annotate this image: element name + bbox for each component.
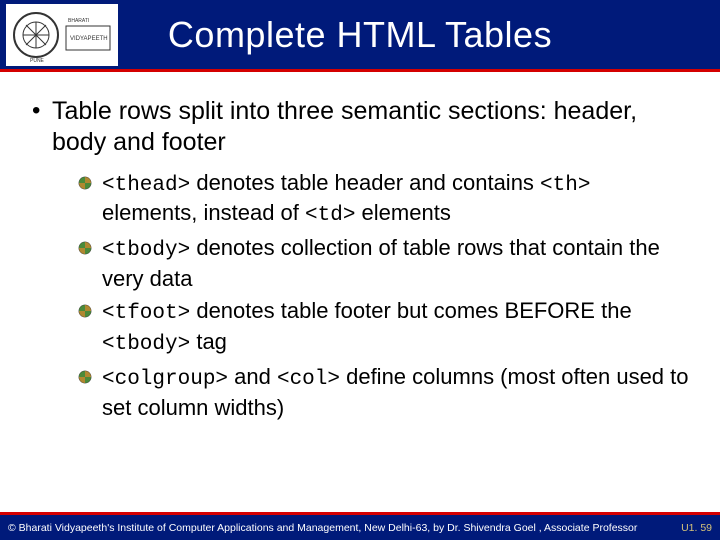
code-tag: <thead> [102,174,190,197]
code-tag: <colgroup> [102,368,228,391]
code-tag: <tbody> [102,333,190,356]
quadrant-bullet-icon [78,304,92,318]
code-tag: <tfoot> [102,302,190,325]
code-tag: <td> [305,204,355,227]
quadrant-bullet-icon [78,241,92,255]
text-fragment: denotes table header and contains [190,170,540,195]
quadrant-bullet-icon [78,176,92,190]
bullet-level1: Table rows split into three semantic sec… [30,96,690,159]
slide-content: Table rows split into three semantic sec… [0,72,720,422]
quadrant-bullet-icon [78,370,92,384]
text-fragment: denotes table footer but comes BEFORE th… [190,298,631,323]
sub-bullet: <tbody> denotes collection of table rows… [84,234,690,293]
sub-bullet: <tfoot> denotes table footer but comes B… [84,297,690,359]
text-fragment: and [228,364,277,389]
text-fragment: elements [355,200,450,225]
text-fragment: tag [190,329,227,354]
sub-bullet: <thead> denotes table header and contain… [84,169,690,231]
sub-bullet-list: <thead> denotes table header and contain… [30,169,690,423]
footer-page-ref: U1. 59 [673,522,712,534]
footer-copyright: © Bharati Vidyapeeth's Institute of Comp… [8,522,673,534]
slide-title: Complete HTML Tables [0,14,720,56]
title-band: BHARATI VIDYAPEETH PUNE Complete HTML Ta… [0,0,720,72]
footer-band: © Bharati Vidyapeeth's Institute of Comp… [0,512,720,540]
code-tag: <tbody> [102,239,190,262]
svg-text:PUNE: PUNE [30,58,45,64]
code-tag: <th> [540,174,590,197]
slide: BHARATI VIDYAPEETH PUNE Complete HTML Ta… [0,0,720,540]
code-tag: <col> [277,368,340,391]
sub-bullet: <colgroup> and <col> define columns (mos… [84,363,690,422]
text-fragment: elements, instead of [102,200,305,225]
